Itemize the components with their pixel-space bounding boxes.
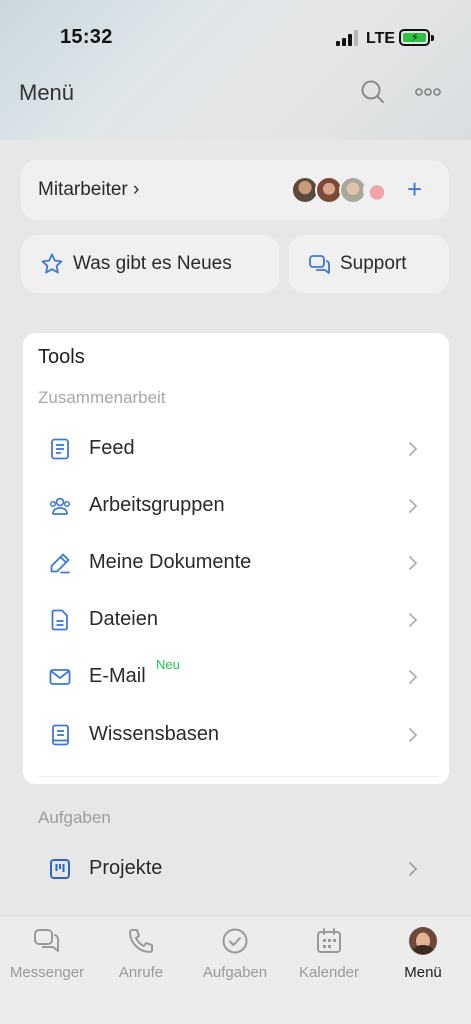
more-icon[interactable] [414,78,442,106]
tab-label: Menü [404,964,442,981]
employee-avatars [291,176,391,204]
calendar-icon [317,928,341,953]
tab-tasks[interactable]: Aufgaben [188,926,282,986]
mail-icon [49,669,71,685]
tool-item-email[interactable]: E-Mail Neu [23,649,449,705]
phone-icon [129,929,153,953]
network-label: LTE [366,30,396,47]
tab-label: Aufgaben [202,964,268,981]
tool-item-files[interactable]: Dateien [23,592,449,648]
support-button[interactable]: Support [289,235,449,293]
chevron-right-icon [409,442,418,456]
tools-title: Tools [38,346,85,368]
tool-label: E-Mail [89,665,146,687]
tab-label: Messenger [9,964,85,981]
status-time: 15:32 [60,26,113,48]
whats-new-label: Was gibt es Neues [73,253,232,274]
chevron-right-icon [409,670,418,684]
tab-label: Kalender [298,964,360,981]
add-employee-icon[interactable]: + [407,174,422,205]
tab-label: Anrufe [118,964,164,981]
tools-panel: Tools Zusammenarbeit Feed Arbeitsgruppen… [23,333,449,784]
tool-item-my-documents[interactable]: Meine Dokumente [23,535,449,591]
signal-icon [336,30,358,46]
search-icon[interactable] [359,78,387,106]
tool-item-knowledge-bases[interactable]: Wissensbasen [23,707,449,763]
battery-icon: ⚡ [399,29,434,46]
chat-icon [309,255,330,274]
divider [38,776,438,777]
tool-label: Meine Dokumente [89,551,252,573]
tab-bar: Messenger Anrufe Aufgaben Kalender Menü [0,915,471,1024]
check-circle-icon [222,928,248,954]
file-icon [51,609,68,631]
tool-item-projects[interactable]: Projekte [23,841,449,897]
chevron-right-icon [409,499,418,513]
chevron-right-icon [409,556,418,570]
status-bar: 15:32 LTE ⚡ [0,0,471,70]
tool-label: Feed [89,437,135,459]
avatar-icon [409,927,437,955]
tool-item-workgroups[interactable]: Arbeitsgruppen [23,478,449,534]
new-badge: Neu [156,657,180,672]
star-icon [41,253,63,274]
avatar [363,176,391,204]
tool-label: Wissensbasen [89,723,220,745]
tool-label: Arbeitsgruppen [89,494,225,516]
messenger-icon [34,929,59,952]
employees-card[interactable]: Mitarbeiter › + [21,160,449,220]
pen-icon [50,553,70,574]
chevron-right-icon [409,862,418,876]
groups-icon [49,497,71,515]
tab-calls[interactable]: Anrufe [94,926,188,986]
employees-label: Mitarbeiter › [38,179,140,200]
chevron-right-icon [409,728,418,742]
tool-label: Projekte [89,857,163,879]
tab-calendar[interactable]: Kalender [282,926,376,986]
tool-item-feed[interactable]: Feed [23,421,449,477]
tab-menu[interactable]: Menü [376,926,470,986]
chevron-right-icon [409,613,418,627]
section-label-tasks: Aufgaben [38,808,111,827]
projects-icon [50,859,70,879]
page-title: Menü [19,80,75,105]
tool-label: Dateien [89,608,158,630]
tab-messenger[interactable]: Messenger [0,926,94,986]
book-icon [52,724,69,746]
feed-icon [51,438,69,460]
section-label-collaboration: Zusammenarbeit [38,388,166,407]
support-label: Support [340,253,407,274]
whats-new-button[interactable]: Was gibt es Neues [21,235,279,293]
